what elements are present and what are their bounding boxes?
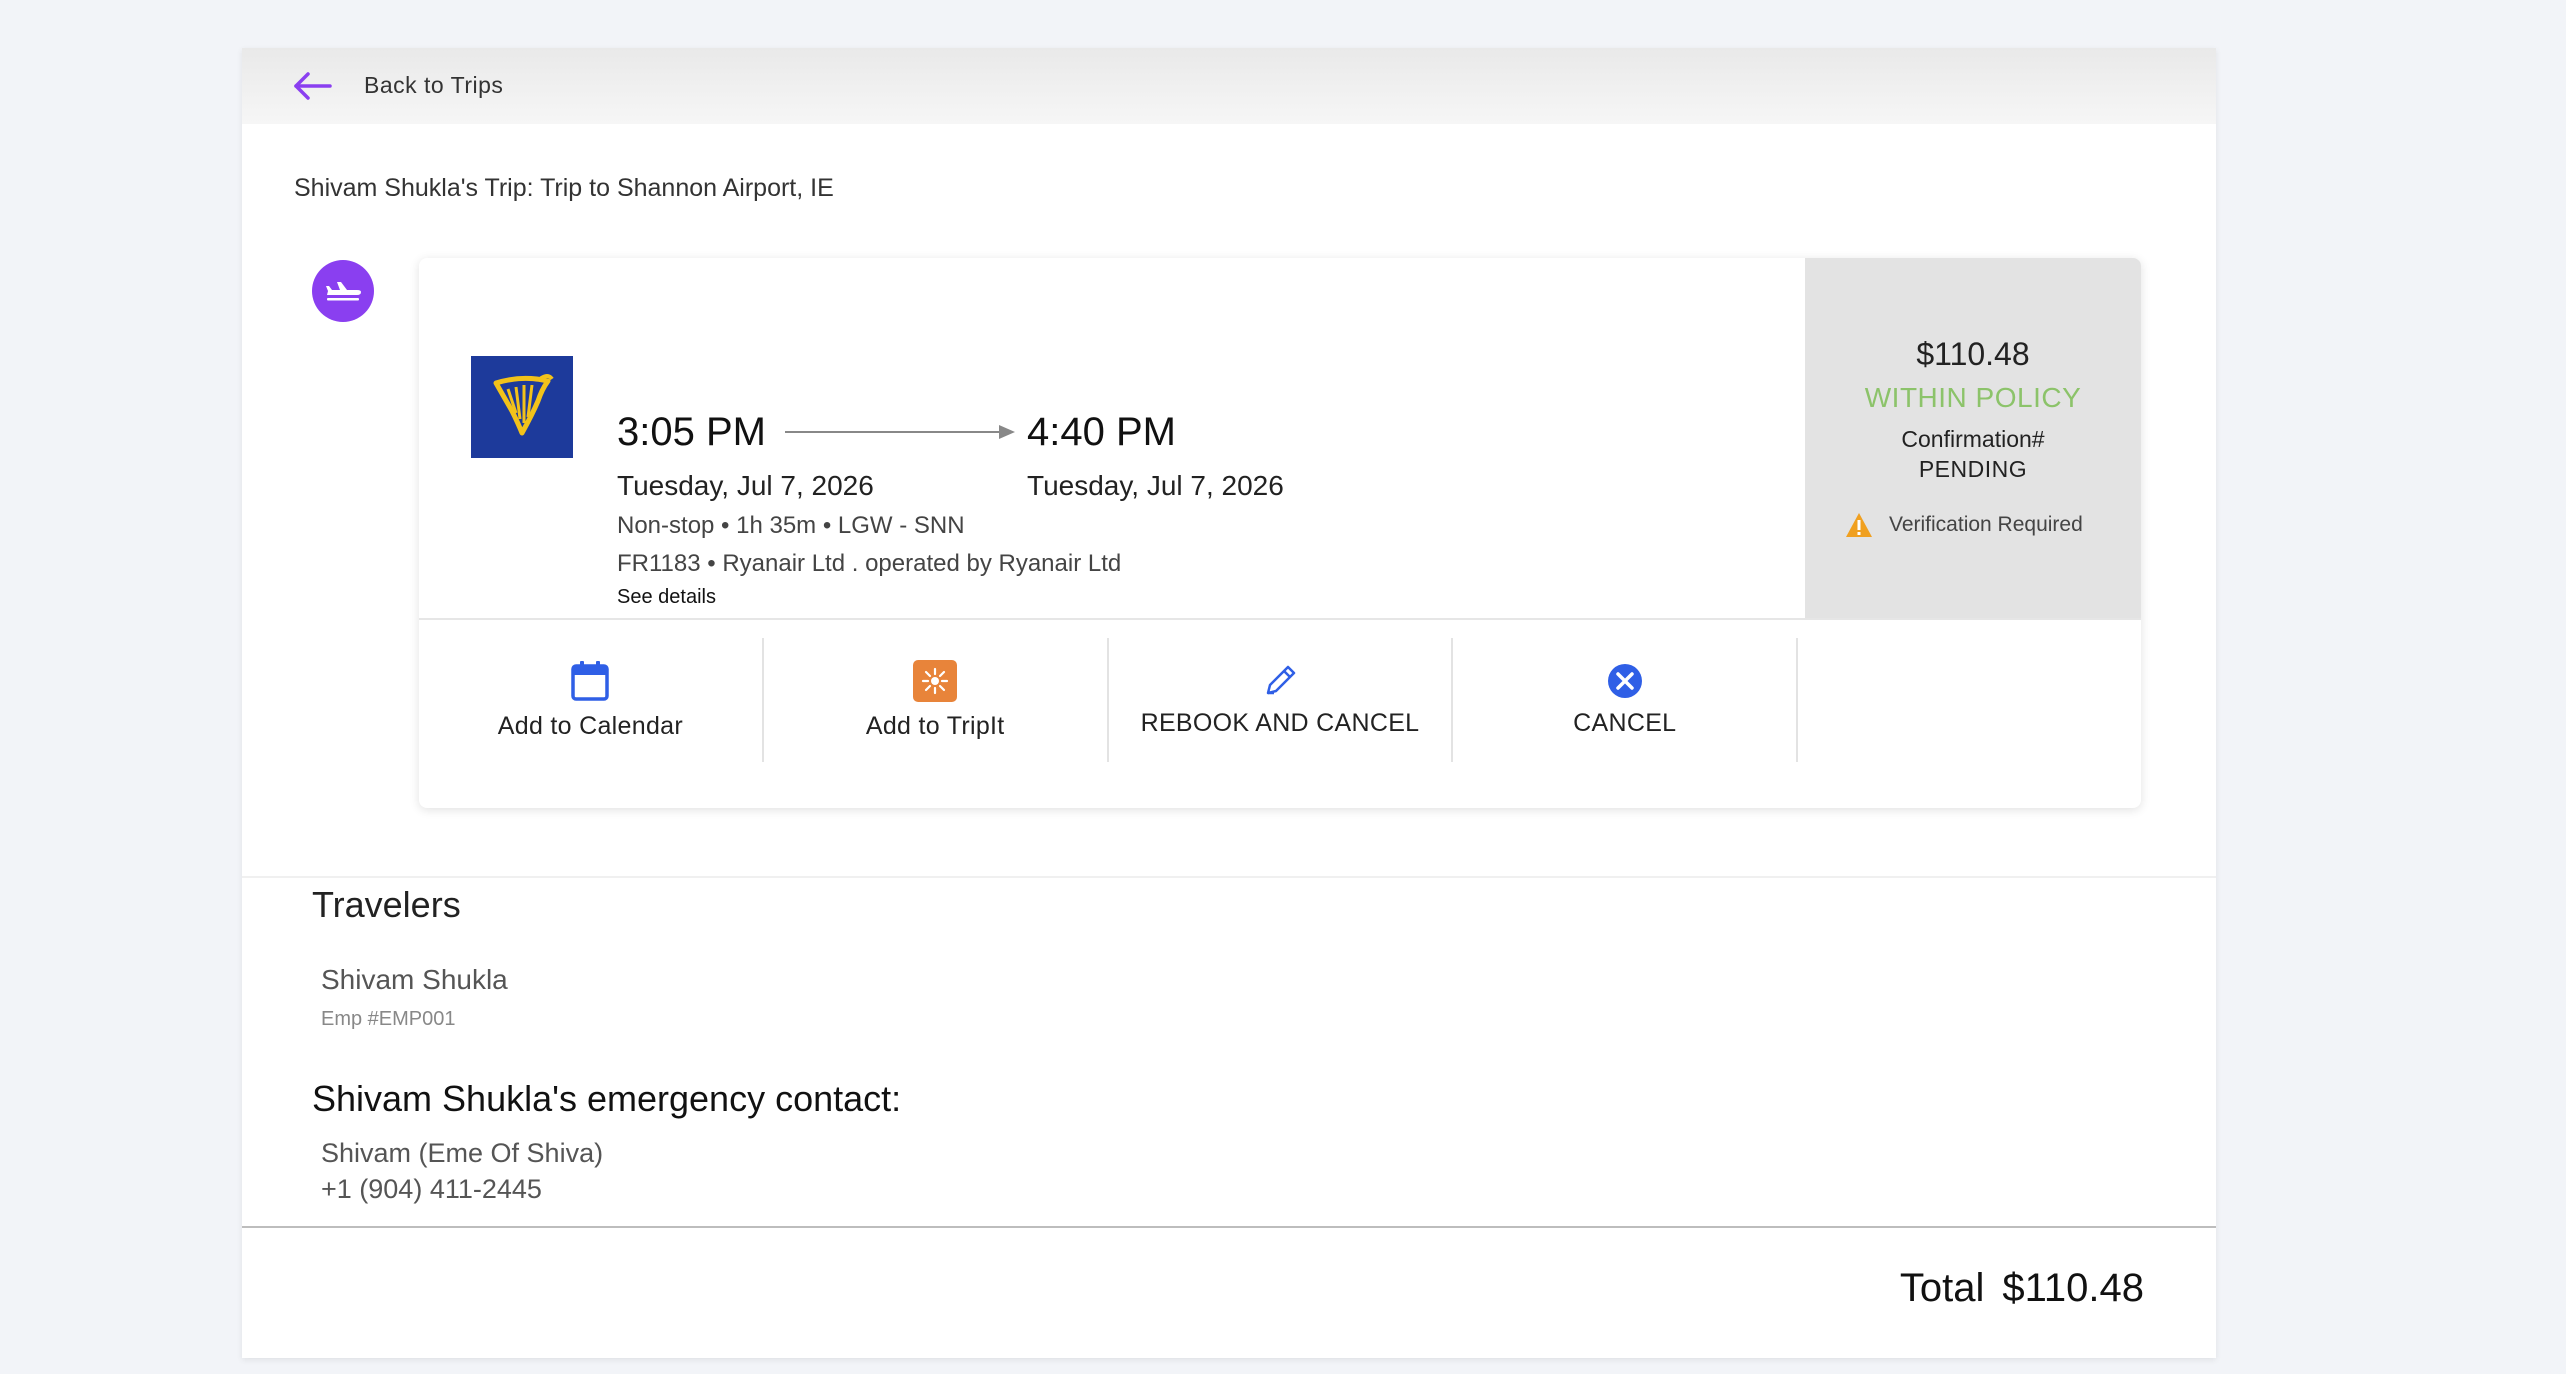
traveler-employee-id: Emp #EMP001 — [321, 1008, 456, 1030]
departure-date: Tuesday, Jul 7, 2026 — [617, 470, 874, 501]
confirmation-value: PENDING — [1918, 456, 2028, 482]
tripit-icon — [913, 659, 958, 702]
arrow-right-icon — [785, 425, 1015, 439]
ryanair-harp-icon — [471, 356, 573, 458]
emergency-contact-name: Shivam (Eme Of Shiva) — [321, 1138, 604, 1168]
confirmation-label: Confirmation# — [1901, 426, 2045, 452]
stops-duration-route: Non-stop • 1h 35m • LGW - SNN — [617, 512, 965, 539]
price: $110.48 — [1916, 336, 2030, 372]
verification-label: Verification Required — [1889, 513, 2083, 536]
add-to-calendar-button[interactable]: Add to Calendar — [419, 638, 764, 762]
add-to-tripit-label: Add to TripIt — [865, 711, 1005, 740]
flight-number-carrier: FR1183 • Ryanair Ltd . operated by Ryana… — [617, 550, 1122, 577]
empty-action-slot — [1798, 638, 2141, 762]
section-divider — [242, 876, 2216, 878]
policy-status: WITHIN POLICY — [1864, 382, 2082, 413]
warning-icon — [1846, 513, 1872, 537]
traveler-name: Shivam Shukla — [321, 964, 508, 995]
top-bar: Back to Trips — [242, 48, 2216, 124]
add-to-calendar-label: Add to Calendar — [497, 711, 683, 740]
arrow-left-icon[interactable] — [292, 70, 334, 102]
travelers-heading: Travelers — [312, 884, 461, 925]
total-label: Total — [1899, 1266, 1985, 1310]
close-circle-icon — [1607, 663, 1642, 698]
departure-time: 3:05 PM — [617, 410, 766, 454]
cancel-label: CANCEL — [1573, 708, 1677, 737]
emergency-contact-phone: +1 (904) 411-2445 — [321, 1174, 542, 1204]
arrival-date: Tuesday, Jul 7, 2026 — [1027, 470, 1284, 501]
rebook-and-cancel-label: REBOOK AND CANCEL — [1140, 708, 1420, 737]
flight-card: 3:05 PM 4:40 PM Tuesday, Jul 7, 2026 Tue… — [419, 258, 2141, 808]
arrival-time: 4:40 PM — [1027, 410, 1176, 454]
airplane-icon — [326, 282, 361, 301]
trip-detail-page: Back to Trips Shivam Shukla's Trip: Trip… — [242, 48, 2216, 1358]
see-details-link[interactable]: See details — [617, 586, 716, 609]
cancel-button[interactable]: CANCEL — [1453, 638, 1799, 762]
footer-divider — [242, 1226, 2216, 1228]
back-to-trips-link[interactable]: Back to Trips — [364, 72, 503, 99]
trip-title: Shivam Shukla's Trip: Trip to Shannon Ai… — [294, 174, 834, 202]
pencil-icon — [1266, 665, 1296, 694]
flight-details: 3:05 PM 4:40 PM Tuesday, Jul 7, 2026 Tue… — [419, 258, 1805, 618]
action-bar: Add to Calendar Add to TripIt REBOOK AND… — [419, 618, 2141, 808]
add-to-tripit-button[interactable]: Add to TripIt — [764, 638, 1109, 762]
flight-badge — [312, 260, 374, 322]
rebook-and-cancel-button[interactable]: REBOOK AND CANCEL — [1109, 638, 1454, 762]
total-row: Total $110.48 — [1900, 1266, 2144, 1311]
verification-status: Verification Required — [1845, 512, 2083, 538]
calendar-icon — [571, 660, 610, 701]
price-summary: $110.48 WITHIN POLICY Confirmation# PEND… — [1805, 258, 2141, 618]
emergency-contact-heading: Shivam Shukla's emergency contact: — [312, 1078, 902, 1119]
total-amount: $110.48 — [2002, 1266, 2144, 1310]
